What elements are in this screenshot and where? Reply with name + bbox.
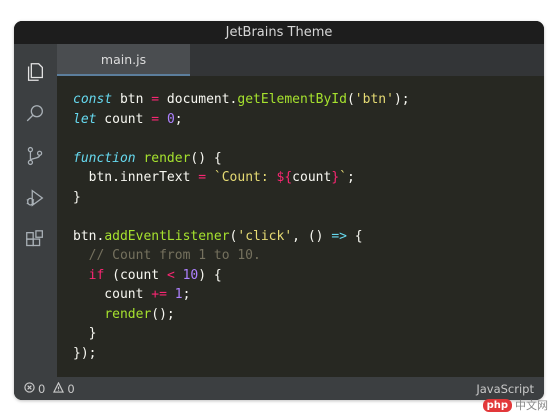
code-token: ) {	[198, 267, 222, 283]
code-token: count	[292, 170, 332, 185]
extensions-icon[interactable]	[23, 228, 47, 252]
code-token: document.	[159, 92, 238, 107]
activity-bar	[14, 44, 57, 377]
code-token: =	[151, 111, 160, 127]
code-token: const	[73, 92, 113, 107]
problems-indicator[interactable]: 0 0	[24, 381, 75, 396]
tab-bar: main.js	[57, 44, 544, 76]
code-token: ;	[174, 111, 183, 127]
code-editor[interactable]: const btn = document.getElementById('btn…	[57, 76, 544, 377]
title-bar: JetBrains Theme	[14, 21, 544, 44]
code-token: }	[331, 170, 340, 185]
code-token: ;	[346, 170, 355, 185]
code-token: <	[166, 267, 175, 283]
code-line: render();	[73, 305, 544, 325]
error-icon	[24, 381, 35, 396]
code-token: btn	[112, 92, 152, 107]
warning-icon	[53, 381, 65, 396]
code-token: (	[346, 92, 355, 107]
code-token: {	[346, 228, 363, 244]
watermark: php 中文网	[482, 397, 548, 413]
code-token: ();	[151, 306, 175, 322]
code-line: }	[73, 324, 544, 344]
code-token: count	[73, 287, 152, 302]
code-token: 'btn'	[354, 92, 394, 107]
code-line: });	[73, 344, 544, 364]
code-line: const btn = document.getElementById('btn…	[73, 90, 544, 110]
code-token: // Count from 1 to 10.	[73, 248, 261, 263]
status-bar: 0 0 JavaScript	[14, 377, 544, 400]
code-line: let count = 0;	[73, 110, 544, 130]
code-token: function	[73, 150, 136, 166]
run-debug-icon[interactable]	[23, 186, 47, 210]
files-icon[interactable]	[23, 60, 47, 84]
source-control-icon[interactable]	[23, 144, 47, 168]
code-token: });	[73, 345, 97, 361]
code-line: count += 1;	[73, 285, 544, 305]
code-line: btn.addEventListener('click', () => {	[73, 227, 544, 247]
code-token: =>	[331, 228, 347, 244]
language-mode[interactable]: JavaScript	[476, 382, 534, 396]
code-token: =	[151, 92, 160, 107]
code-line: if (count < 10) {	[73, 266, 544, 286]
error-count: 0	[38, 381, 46, 396]
code-token: btn.	[73, 228, 105, 244]
code-token: `Count:	[213, 170, 277, 185]
code-line: // Count from 1 to 10.	[73, 246, 544, 266]
code-token: +=	[151, 287, 167, 302]
code-token: }	[73, 326, 97, 341]
code-token: 10	[182, 267, 199, 283]
code-token: render	[104, 306, 152, 322]
code-token: `	[339, 170, 347, 185]
code-token: if	[88, 267, 105, 283]
code-line: }	[73, 188, 544, 208]
code-token: () {	[190, 150, 222, 166]
editor-window: JetBrains Theme main.js const btn = docu…	[14, 21, 544, 400]
code-token: }	[73, 189, 81, 205]
code-token: count	[96, 111, 152, 127]
code-token: ;	[182, 287, 191, 302]
code-token: (count	[104, 267, 167, 283]
code-token: let	[73, 111, 97, 127]
code-token: addEventListener	[104, 228, 230, 244]
warning-count: 0	[67, 381, 75, 396]
code-token: =	[198, 170, 207, 185]
watermark-logo: php	[482, 398, 512, 412]
code-token: );	[393, 92, 410, 107]
code-token: 0	[166, 111, 175, 127]
code-token: , ()	[292, 228, 332, 244]
search-icon[interactable]	[23, 102, 47, 126]
code-line: btn.innerText = `Count: ${count}`;	[73, 168, 544, 188]
code-token: ${	[276, 170, 293, 185]
code-token: 1	[174, 287, 183, 302]
tab-main-js[interactable]: main.js	[57, 44, 190, 76]
watermark-text: 中文网	[515, 399, 548, 412]
code-token: render	[143, 150, 191, 166]
window-title: JetBrains Theme	[225, 25, 333, 40]
code-token: 'click'	[237, 228, 293, 244]
code-line: function render() {	[73, 149, 544, 169]
tab-label: main.js	[100, 51, 147, 67]
code-token: btn.innerText	[73, 170, 199, 185]
workbench: main.js const btn = document.getElementB…	[14, 44, 544, 377]
code-token: getElementById	[237, 92, 347, 107]
